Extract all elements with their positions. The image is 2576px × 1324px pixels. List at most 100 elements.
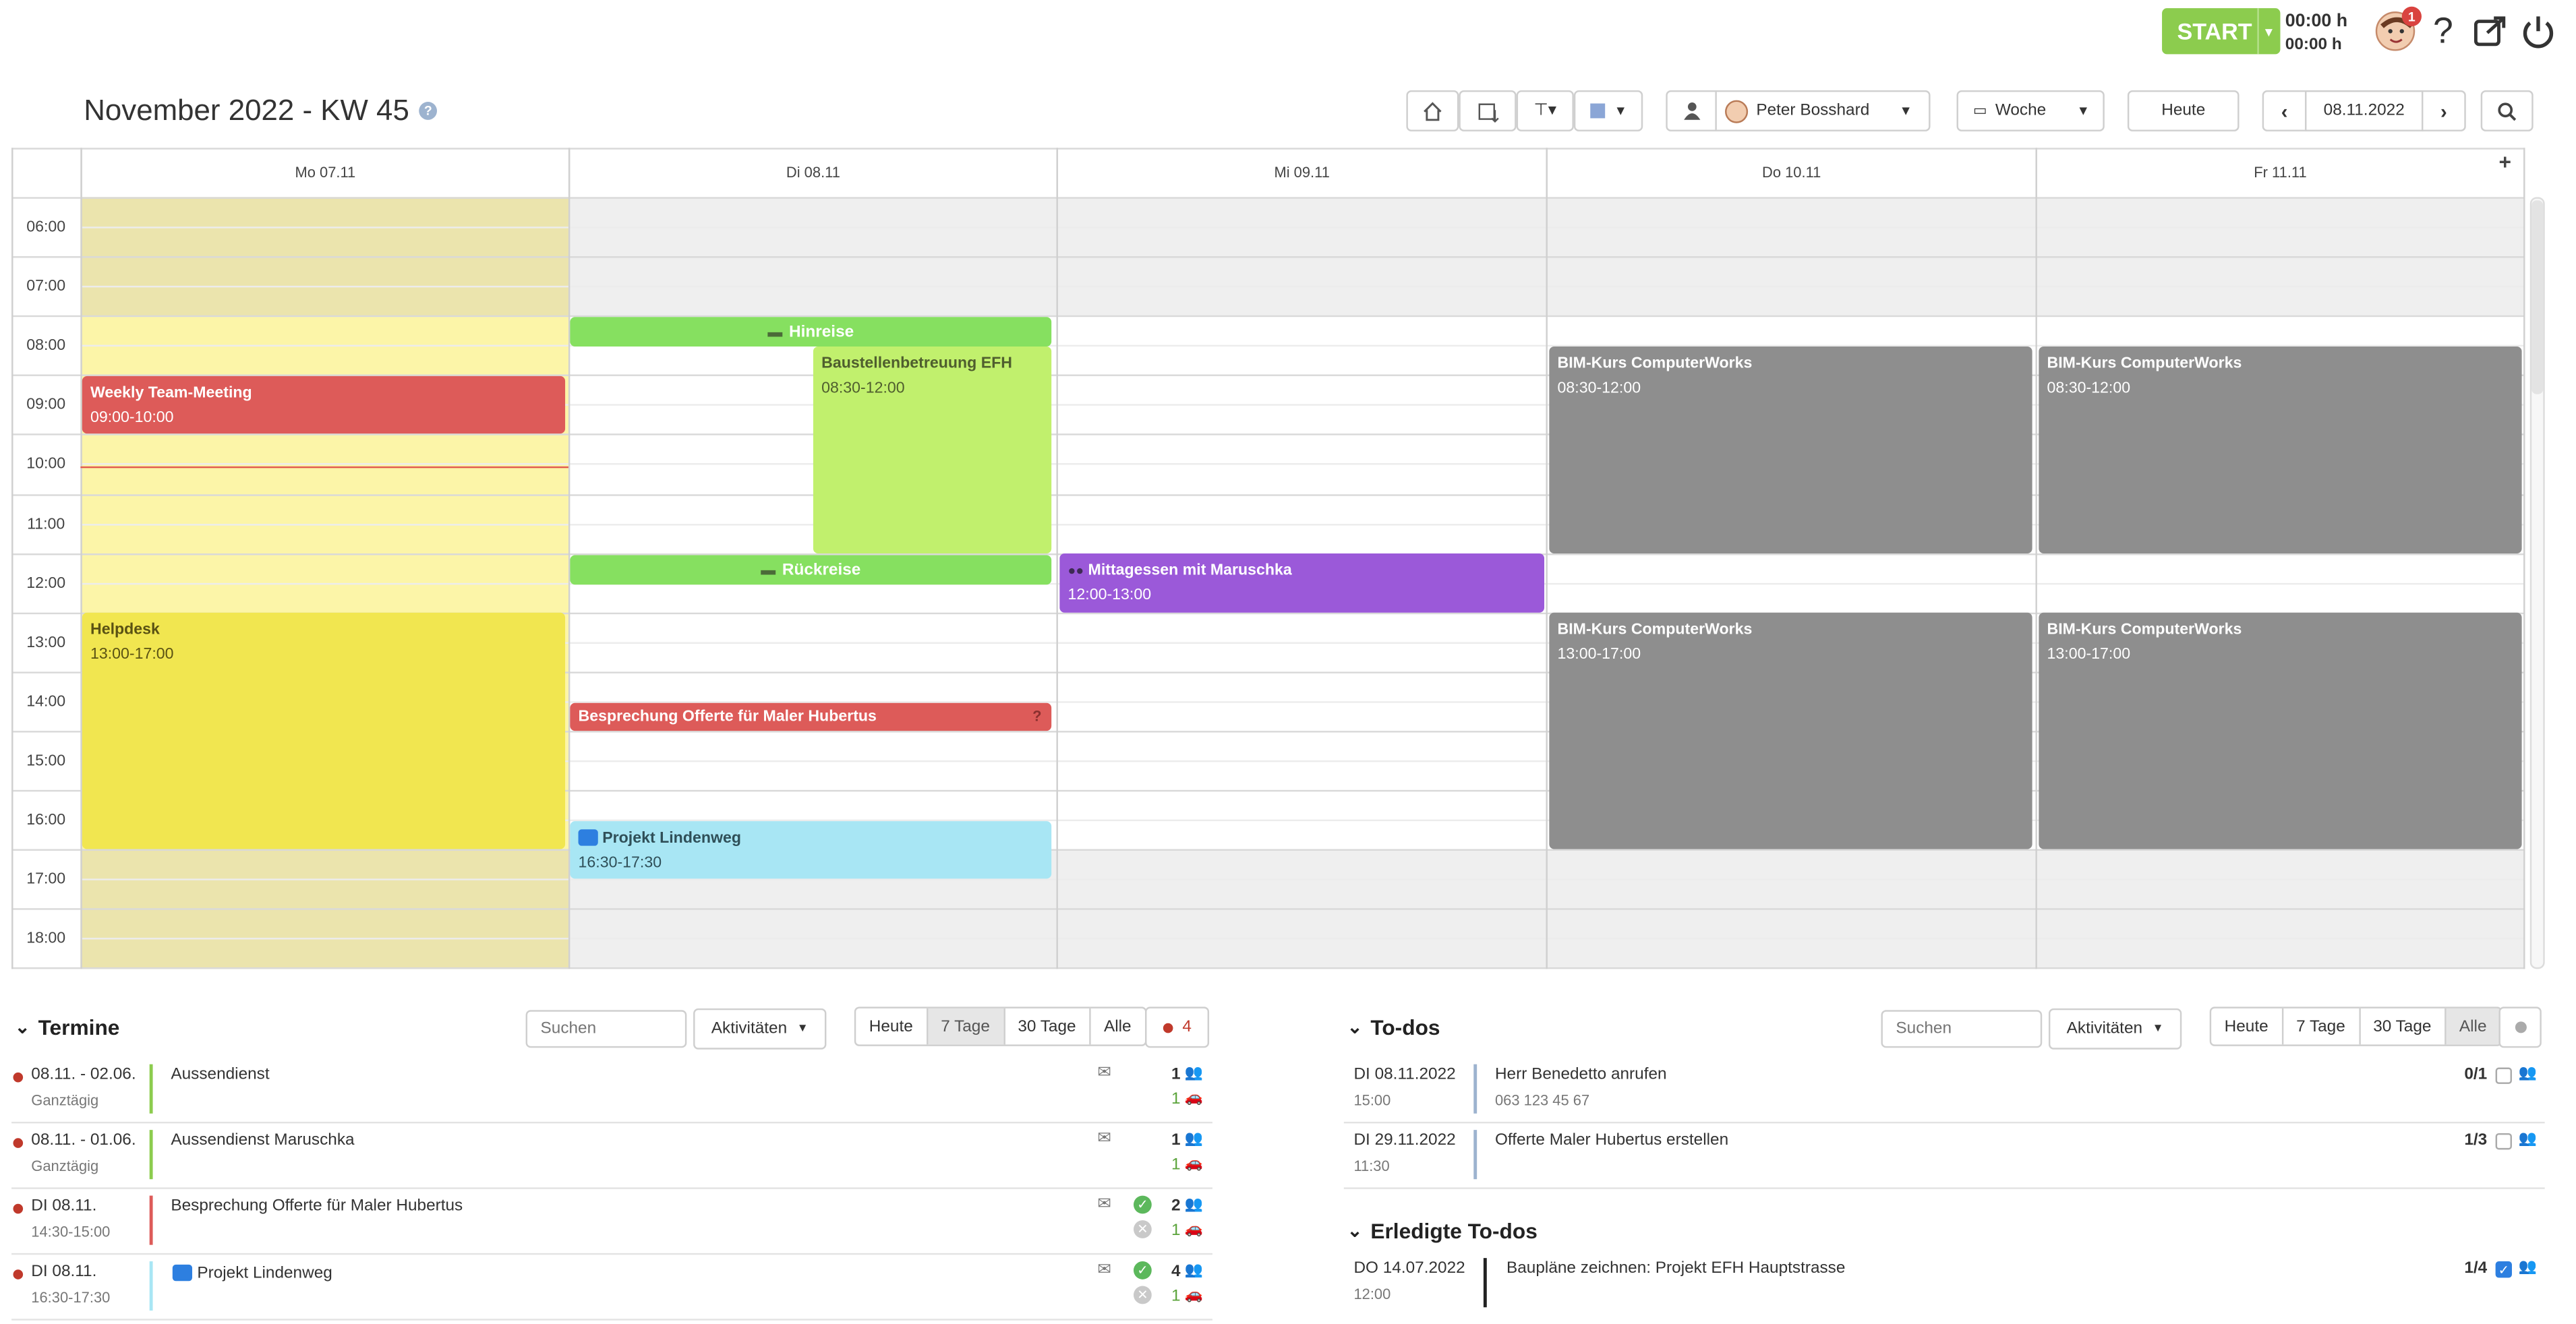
- todo-checkbox[interactable]: [2495, 1133, 2512, 1150]
- grid-line: [1056, 148, 1058, 969]
- export-icon[interactable]: [2473, 13, 2509, 57]
- todos-status-filter[interactable]: [2498, 1006, 2542, 1048]
- done-todos-header[interactable]: ⌄ Erledigte To-dos: [1347, 1219, 1538, 1244]
- termine-header[interactable]: ⌄ Termine: [15, 1015, 119, 1040]
- termine-search-input[interactable]: [525, 1010, 687, 1048]
- resource-count: 1: [1171, 1090, 1181, 1109]
- termine-activity-filter[interactable]: Aktivitäten ▼: [693, 1008, 827, 1050]
- hour-label: 11:00: [27, 514, 65, 533]
- count-value: 4: [1182, 1018, 1192, 1037]
- row-date: 08.11. - 01.06.: [31, 1131, 136, 1150]
- color-button[interactable]: ▼: [1573, 90, 1643, 131]
- page-title: November 2022 - KW 45 ?: [84, 94, 438, 128]
- event-bim-kurs-thu-am[interactable]: BIM-Kurs ComputerWorks 08:30-12:00: [1549, 347, 2032, 554]
- help-icon[interactable]: ?: [2433, 10, 2453, 53]
- todos-range-toggle[interactable]: Heute 7 Tage 30 Tage Alle: [2209, 1006, 2502, 1046]
- car-icon: 🚗: [1184, 1220, 1203, 1237]
- event-mittagessen[interactable]: ●● Mittagessen mit Maruschka 12:00-13:00: [1059, 553, 1545, 613]
- event-bim-kurs-thu-pm[interactable]: BIM-Kurs ComputerWorks 13:00-17:00: [1549, 612, 2032, 849]
- event-baustellenbetreuung[interactable]: Baustellenbetreuung EFH 08:30-12:00: [813, 347, 1052, 554]
- todo-progress: 0/1: [2464, 1066, 2488, 1084]
- todo-checkbox[interactable]: [2495, 1067, 2512, 1084]
- chevron-down-icon: ▼: [2076, 103, 2090, 119]
- person-icon: [1668, 92, 1717, 130]
- notification-badge: 1: [2401, 6, 2422, 26]
- today-button[interactable]: Heute: [2127, 90, 2240, 131]
- range-alle[interactable]: Alle: [2446, 1008, 2500, 1045]
- search-button[interactable]: [2480, 90, 2534, 131]
- termine-row[interactable]: DI 08.11. 14:30-15:00 Besprechung Offert…: [11, 1189, 1212, 1255]
- day-header-fri[interactable]: Fr 11.11: [2035, 148, 2523, 198]
- todo-checkbox-checked[interactable]: ✓: [2495, 1261, 2512, 1278]
- search-icon: [2498, 102, 2517, 121]
- day-header-tue[interactable]: Di 08.11: [568, 148, 1057, 198]
- range-heute[interactable]: Heute: [2211, 1008, 2283, 1045]
- done-todo-row[interactable]: DO 14.07.2022 12:00 Baupläne zeichnen: P…: [1344, 1251, 2545, 1317]
- todo-row[interactable]: DI 29.11.2022 11:30 Offerte Maler Hubert…: [1343, 1123, 2545, 1189]
- day-header-mon[interactable]: Mo 07.11: [80, 148, 568, 198]
- termine-title: Termine: [38, 1015, 120, 1040]
- range-alle[interactable]: Alle: [1090, 1009, 1144, 1045]
- prev-button[interactable]: ‹: [2262, 90, 2307, 131]
- hour-label: 15:00: [26, 752, 66, 771]
- termine-row[interactable]: DI 08.11. 16:30-17:30 Projekt Lindenweg …: [11, 1255, 1212, 1321]
- event-team-meeting[interactable]: Weekly Team-Meeting 09:00-10:00: [82, 375, 566, 434]
- range-7-tage[interactable]: 7 Tage: [927, 1008, 1005, 1045]
- home-button[interactable]: [1406, 90, 1459, 131]
- termine-range-toggle[interactable]: Heute 7 Tage 30 Tage Alle: [854, 1006, 1146, 1046]
- range-30-tage[interactable]: 30 Tage: [2360, 1008, 2447, 1045]
- event-bim-kurs-fri-am[interactable]: BIM-Kurs ComputerWorks 08:30-12:00: [2039, 347, 2522, 554]
- mail-icon[interactable]: ✉: [1097, 1130, 1111, 1148]
- hour-label: 14:00: [26, 692, 66, 711]
- range-heute[interactable]: Heute: [856, 1008, 928, 1045]
- user-select[interactable]: Peter Bosshard ▼: [1666, 90, 1931, 131]
- mail-icon[interactable]: ✉: [1097, 1064, 1111, 1083]
- event-title: BIM-Kurs ComputerWorks: [2047, 355, 2242, 373]
- group-icon: 👥: [1184, 1064, 1203, 1081]
- view-select[interactable]: ▭ Woche ▼: [1956, 90, 2105, 131]
- calendar-import-button[interactable]: [1459, 90, 1517, 131]
- next-button[interactable]: ›: [2421, 90, 2466, 131]
- event-time: 09:00-10:00: [90, 409, 174, 427]
- todos-search-input[interactable]: [1881, 1010, 2043, 1048]
- current-time-line: [80, 466, 568, 469]
- hour-line: [11, 315, 2525, 318]
- start-button[interactable]: START ▾: [2162, 8, 2281, 55]
- event-projekt-lindenweg[interactable]: Projekt Lindenweg 16:30-17:30: [570, 821, 1052, 879]
- day-header-wed[interactable]: Mi 09.11: [1056, 148, 1546, 198]
- scrollbar-thumb[interactable]: [2531, 200, 2544, 394]
- todos-header[interactable]: ⌄ To-dos: [1347, 1015, 1440, 1040]
- termine-row[interactable]: 08.11. - 02.06. Ganztägig Aussendienst ✉…: [11, 1058, 1212, 1124]
- chevron-down-icon[interactable]: ▾: [2257, 8, 2279, 55]
- event-besprechung[interactable]: Besprechung Offerte für Maler Hubertus ?: [570, 702, 1052, 731]
- todo-progress: 1/4: [2464, 1259, 2488, 1278]
- row-date: DI 08.11.: [31, 1197, 97, 1215]
- power-icon[interactable]: [2520, 13, 2556, 57]
- hour-label: 08:00: [26, 336, 66, 355]
- event-rueckreise[interactable]: ▬ Rückreise: [570, 555, 1052, 585]
- date-input[interactable]: 08.11.2022: [2305, 90, 2424, 131]
- add-icon[interactable]: +: [2498, 150, 2511, 175]
- event-helpdesk[interactable]: Helpdesk 13:00-17:00: [82, 612, 566, 849]
- info-icon[interactable]: ?: [419, 102, 438, 120]
- mail-icon[interactable]: ✉: [1097, 1196, 1111, 1214]
- todo-row[interactable]: DI 08.11.2022 15:00 Herr Benedetto anruf…: [1343, 1058, 2545, 1124]
- mail-icon[interactable]: ✉: [1097, 1261, 1111, 1280]
- red-dot-icon: [1163, 1022, 1173, 1033]
- todo-progress: 1/3: [2464, 1131, 2488, 1150]
- todos-activity-filter[interactable]: Aktivitäten ▼: [2048, 1008, 2182, 1050]
- row-sub: 15:00: [1353, 1092, 1391, 1109]
- event-hinreise[interactable]: ▬ Hinreise: [570, 317, 1052, 347]
- row-sub: 12:00: [1353, 1286, 1391, 1302]
- hour-label: 13:00: [26, 633, 66, 652]
- event-bim-kurs-fri-pm[interactable]: BIM-Kurs ComputerWorks 13:00-17:00: [2039, 612, 2522, 849]
- termine-row[interactable]: 08.11. - 01.06. Ganztägig Aussendienst M…: [11, 1123, 1212, 1189]
- termine-open-count[interactable]: 4: [1145, 1006, 1210, 1048]
- accepted-icon: ✓: [1133, 1195, 1152, 1214]
- range-7-tage[interactable]: 7 Tage: [2283, 1008, 2360, 1045]
- range-30-tage[interactable]: 30 Tage: [1005, 1008, 1091, 1045]
- day-header-thu[interactable]: Do 10.11: [1546, 148, 2035, 198]
- filter-button[interactable]: ⊤▾: [1516, 90, 1574, 131]
- resource-count: 1: [1171, 1156, 1181, 1174]
- row-sub: 11:30: [1353, 1157, 1390, 1174]
